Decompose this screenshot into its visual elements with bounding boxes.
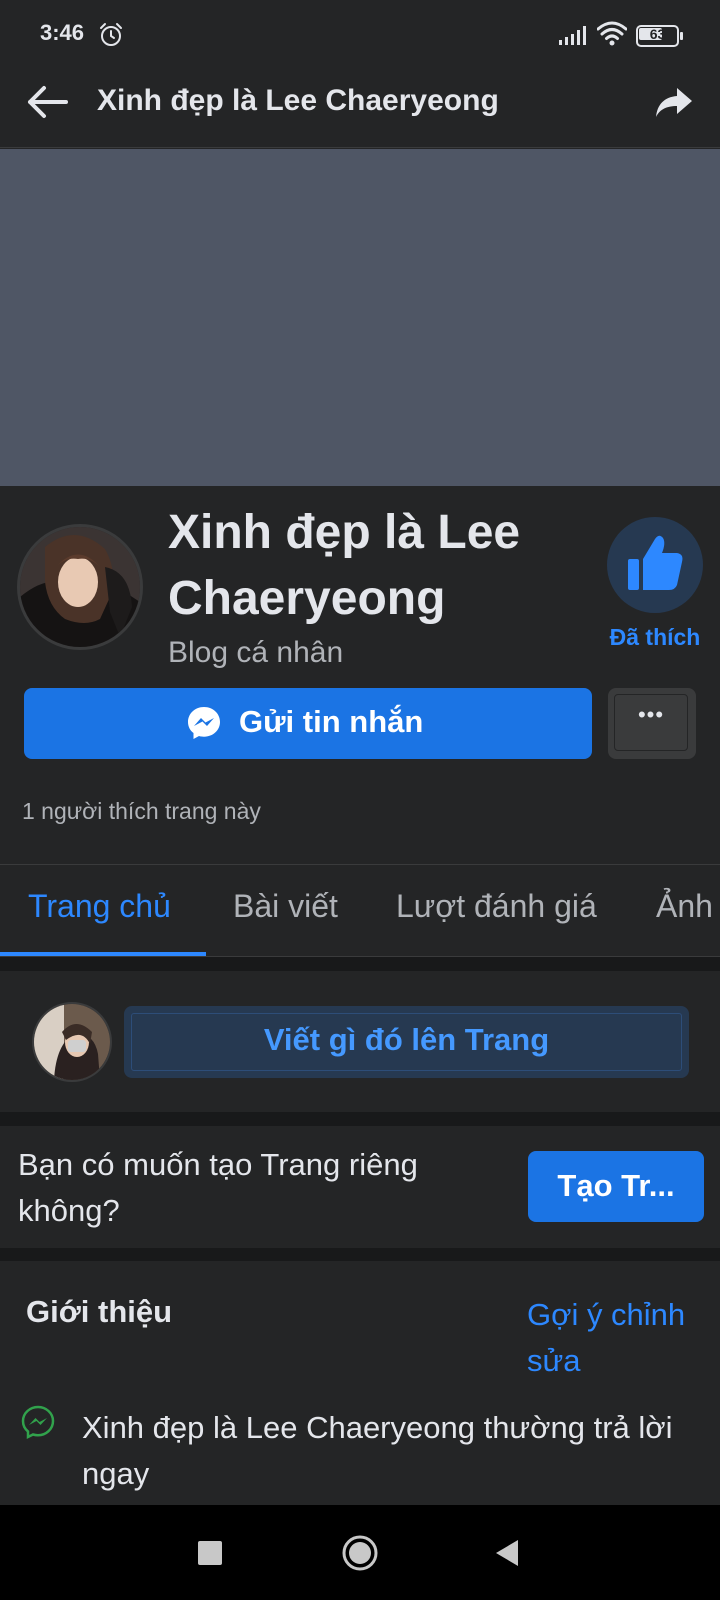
header-title: Xinh đẹp là Lee Chaeryeong [97,84,499,117]
user-avatar[interactable] [32,1002,112,1082]
battery-icon: 63 [636,25,684,47]
create-page-prompt: Bạn có muốn tạo Trang riêng không? [18,1147,418,1228]
suggest-edit-link[interactable]: Gợi ý chỉnh sửa [527,1292,707,1384]
page-category: Blog cá nhân [168,636,344,669]
back-triangle-icon[interactable] [494,1538,520,1568]
status-time: 3:46 [40,20,85,45]
alarm-icon [100,23,122,46]
profile-avatar[interactable] [17,524,143,650]
create-page-button-label: Tạo Tr... [557,1168,675,1203]
cover-photo[interactable] [0,149,720,486]
more-options-button[interactable]: ••• [608,688,696,759]
send-message-label: Gửi tin nhắn [239,704,424,739]
more-dots-icon: ••• [637,702,665,727]
battery-level-text: 63 [649,26,666,42]
section-separator [0,957,720,971]
likes-count: 1 người thích trang này [22,798,261,824]
intro-title: Giới thiệu [26,1294,173,1329]
tab-divider [0,864,720,865]
tab-photos[interactable]: Ảnh [656,888,713,925]
thumbs-up-icon [628,535,683,590]
like-button[interactable] [607,517,703,613]
back-arrow-icon[interactable] [22,80,74,124]
tab-home[interactable]: Trang chủ [28,888,171,925]
page-name: Xinh đẹp là Lee Chaeryeong [168,506,521,625]
wifi-icon [597,21,627,46]
home-icon[interactable] [341,1534,379,1572]
section-separator [0,1112,720,1126]
tab-posts[interactable]: Bài viết [233,888,338,925]
recents-icon[interactable] [198,1541,222,1565]
response-time-text: Xinh đẹp là Lee Chaeryeong thường trả lờ… [82,1410,673,1491]
like-status-label[interactable]: Đã thích [597,624,713,651]
signal-icon [559,26,586,45]
messenger-icon [21,1405,55,1440]
section-separator [0,1248,720,1261]
tab-reviews[interactable]: Lượt đánh giá [396,888,597,925]
share-icon[interactable] [652,80,696,124]
composer-placeholder: Viết gì đó lên Trang [263,1022,550,1057]
messenger-icon [188,707,220,739]
